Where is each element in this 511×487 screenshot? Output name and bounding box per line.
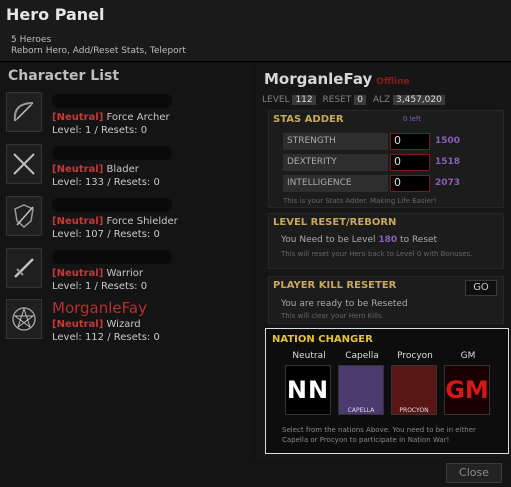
- character-list-title: Character List: [8, 68, 120, 84]
- capella-emblem-icon[interactable]: CAPELLA: [338, 365, 384, 415]
- level-reset-section: LEVEL RESET/REBORN You Need to be Level …: [268, 213, 504, 269]
- stat-row-dexterity: DEXTERITY 0 1518: [283, 154, 463, 171]
- level-reset-title: LEVEL RESET/REBORN: [273, 217, 397, 228]
- pk-reset-note: This will clear your Hero Kills.: [281, 312, 384, 320]
- stats-adder-section: STAS ADDER 0 left STRENGTH 0 1500 DEXTER…: [268, 110, 504, 208]
- character-name: MorganleFay: [52, 299, 147, 317]
- stats-adder-title: STAS ADDER: [273, 114, 344, 125]
- character-item-selected[interactable]: MorganleFay [Neutral] Wizard Level: 112 …: [6, 299, 246, 345]
- character-item[interactable]: [Neutral] Force Shielder Level: 107 / Re…: [6, 196, 246, 242]
- close-button[interactable]: Close: [446, 463, 502, 483]
- greatsword-icon: [6, 248, 42, 288]
- class-label: Force Archer: [106, 112, 170, 123]
- name-redacted: [52, 146, 172, 160]
- points-left: 0 left: [403, 115, 422, 123]
- nation-changer-title: NATION CHANGER: [272, 334, 373, 345]
- procyon-emblem-icon[interactable]: PROCYON: [391, 365, 437, 415]
- go-button[interactable]: GO: [465, 280, 497, 296]
- strength-input[interactable]: 0: [390, 133, 430, 150]
- nation-option-procyon[interactable]: Procyon PROCYON: [391, 351, 439, 415]
- class-label: Force Shielder: [106, 216, 178, 227]
- alz-value: 3,457,020: [393, 95, 445, 105]
- character-item[interactable]: [Neutral] Force Archer Level: 1 / Resets…: [6, 92, 246, 138]
- nation-option-gm[interactable]: GM GM: [444, 351, 492, 415]
- bow-icon: [6, 92, 42, 132]
- class-label: Blader: [106, 164, 139, 175]
- hero-count: 5 Heroes: [11, 35, 52, 45]
- level-resets: Level: 1 / Resets: 0: [52, 125, 148, 136]
- character-stats: LEVEL 112 RESET 0 ALZ 3,457,020: [262, 95, 449, 105]
- character-item[interactable]: [Neutral] Blader Level: 133 / Resets: 0: [6, 144, 246, 190]
- level-resets: Level: 133 / Resets: 0: [52, 177, 160, 188]
- panel-footer: Close: [0, 460, 511, 487]
- panel-description: Reborn Hero, Add/Reset Stats, Teleport: [11, 46, 186, 56]
- pk-reset-section: PLAYER KILL RESETER GO You are ready to …: [268, 276, 504, 324]
- nation-changer-note: Select from the nations Above. You need …: [282, 426, 476, 444]
- nation-option-capella[interactable]: Capella CAPELLA: [338, 351, 386, 415]
- character-list-panel: Character List [Neutral] Force Archer Le…: [0, 64, 252, 460]
- name-redacted: [52, 198, 172, 212]
- gm-emblem-icon[interactable]: GM: [444, 365, 490, 415]
- online-status: Offline: [376, 77, 410, 87]
- required-level: 180: [378, 235, 398, 245]
- level-reset-note: This will reset your Hero back to Level …: [281, 250, 473, 258]
- level-resets: Level: 1 / Resets: 0: [52, 281, 148, 292]
- level-resets: Level: 112 / Resets: 0: [52, 332, 160, 343]
- name-redacted: [52, 250, 172, 264]
- level-resets: Level: 107 / Resets: 0: [52, 229, 160, 240]
- crossed-swords-icon: [6, 144, 42, 184]
- stat-row-intelligence: INTELLIGENCE 0 2073: [283, 175, 463, 192]
- stats-adder-note: This is your Stats Adder. Making Life Ea…: [283, 197, 437, 205]
- class-label: Wizard: [106, 319, 141, 330]
- neutral-emblem-icon[interactable]: NN: [285, 365, 331, 415]
- panel-title: Hero Panel: [6, 5, 105, 24]
- pentagram-icon: [6, 299, 42, 339]
- reset-value: 0: [354, 95, 366, 105]
- stat-row-strength: STRENGTH 0 1500: [283, 133, 463, 150]
- panel-header: Hero Panel 5 Heroes Reborn Hero, Add/Res…: [0, 0, 511, 62]
- pk-reset-message: You are ready to be Reseted: [281, 299, 408, 309]
- pk-reset-title: PLAYER KILL RESETER: [273, 280, 397, 291]
- class-label: Warrior: [106, 268, 143, 279]
- intelligence-input[interactable]: 0: [390, 175, 430, 192]
- nation-option-neutral[interactable]: Neutral NN: [285, 351, 333, 415]
- shield-sword-icon: [6, 196, 42, 236]
- dexterity-input[interactable]: 0: [390, 154, 430, 171]
- nation-changer-section: NATION CHANGER Neutral NN Capella CAPELL…: [265, 328, 509, 454]
- name-redacted: [52, 94, 172, 108]
- level-value: 112: [292, 95, 316, 105]
- selected-character-name: MorganleFay Offline: [264, 70, 410, 88]
- character-item[interactable]: [Neutral] Warrior Level: 1 / Resets: 0: [6, 248, 246, 294]
